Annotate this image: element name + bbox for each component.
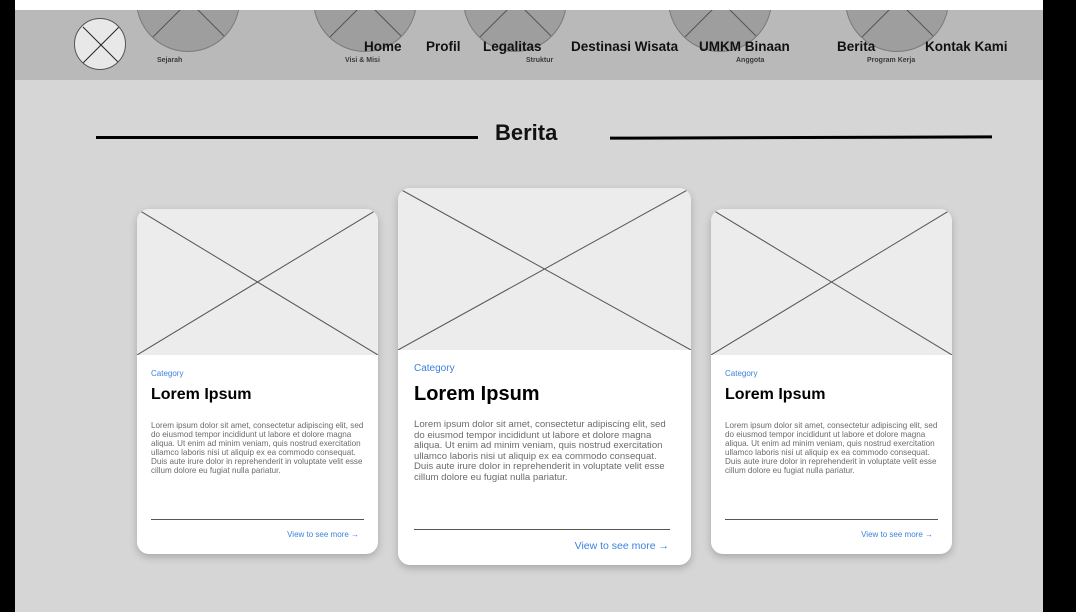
image-placeholder-icon xyxy=(711,209,952,355)
nav-home[interactable]: Home xyxy=(364,39,402,54)
title-divider-right xyxy=(609,135,993,140)
news-card[interactable]: Category Lorem Ipsum Lorem ipsum dolor s… xyxy=(137,209,378,554)
image-placeholder-icon xyxy=(137,209,378,355)
card-body-text: Lorem ipsum dolor sit amet, consectetur … xyxy=(151,421,364,476)
news-card-featured[interactable]: Category Lorem Ipsum Lorem ipsum dolor s… xyxy=(398,188,691,565)
submenu-label-struktur[interactable]: Struktur xyxy=(526,57,553,64)
card-divider xyxy=(414,529,670,530)
nav-kontak-kami[interactable]: Kontak Kami xyxy=(925,39,1008,54)
right-black-bar xyxy=(1043,0,1076,612)
submenu-label-sejarah[interactable]: Sejarah xyxy=(157,57,182,64)
nav-profil[interactable]: Profil xyxy=(426,39,461,54)
view-more-link[interactable]: View to see more → xyxy=(287,530,359,539)
submenu-label-visi-misi[interactable]: Visi & Misi xyxy=(345,57,380,64)
nav-umkm-binaan[interactable]: UMKM Binaan xyxy=(699,39,790,54)
nav-destinasi-wisata[interactable]: Destinasi Wisata xyxy=(571,39,678,54)
card-title[interactable]: Lorem Ipsum xyxy=(414,383,540,406)
card-title[interactable]: Lorem Ipsum xyxy=(151,386,251,404)
card-category[interactable]: Category xyxy=(151,369,183,378)
view-more-link[interactable]: View to see more → xyxy=(861,530,933,539)
title-divider-left xyxy=(96,136,478,139)
submenu-circle-sejarah xyxy=(136,10,240,52)
image-placeholder-icon xyxy=(398,188,691,350)
top-white-strip xyxy=(15,0,1043,10)
page: Sejarah Visi & Misi Struktur Anggota Pro… xyxy=(15,10,1043,612)
nav-legalitas[interactable]: Legalitas xyxy=(483,39,542,54)
logo-placeholder-icon[interactable] xyxy=(74,18,126,70)
submenu-label-program-kerja[interactable]: Program Kerja xyxy=(867,57,915,64)
section-title: Berita xyxy=(495,120,558,145)
card-divider xyxy=(725,519,938,520)
news-card[interactable]: Category Lorem Ipsum Lorem ipsum dolor s… xyxy=(711,209,952,554)
card-body-text: Lorem ipsum dolor sit amet, consectetur … xyxy=(725,421,938,476)
nav-berita[interactable]: Berita xyxy=(837,39,875,54)
card-title[interactable]: Lorem Ipsum xyxy=(725,386,825,404)
card-category[interactable]: Category xyxy=(414,363,455,374)
card-body-text: Lorem ipsum dolor sit amet, consectetur … xyxy=(414,419,666,483)
card-divider xyxy=(151,519,364,520)
card-category[interactable]: Category xyxy=(725,369,757,378)
view-more-link[interactable]: View to see more → xyxy=(575,540,669,552)
header-navbar: Sejarah Visi & Misi Struktur Anggota Pro… xyxy=(15,10,1043,80)
left-black-bar xyxy=(0,0,15,612)
submenu-label-anggota[interactable]: Anggota xyxy=(736,57,764,64)
